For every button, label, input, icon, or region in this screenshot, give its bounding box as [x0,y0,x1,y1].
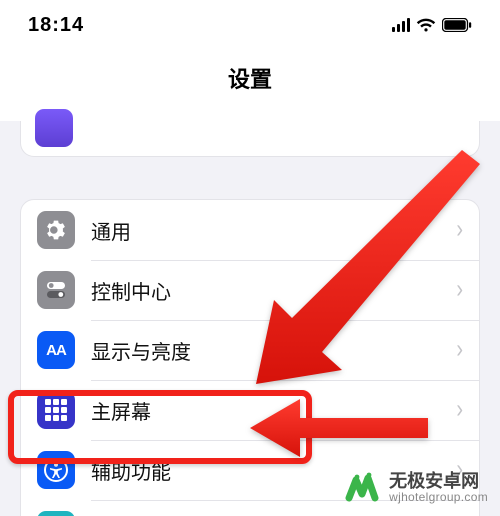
page-title: 设置 [0,62,500,94]
header: 设置 [0,48,500,121]
row-label: 通用 [91,216,456,245]
row-label: 控制中心 [91,276,456,305]
watermark-url: wjhotelgroup.com [389,491,488,505]
status-time: 18:14 [28,14,84,37]
watermark-logo-icon [345,470,381,506]
chevron-right-icon: › [456,395,463,425]
row-general[interactable]: 通用 › [21,200,479,260]
status-bar: 18:14 [0,0,500,48]
flower-icon [37,511,75,516]
row-home-screen[interactable]: 主屏幕 › [21,380,479,440]
battery-icon [442,18,472,32]
watermark-title: 无极安卓网 [389,471,488,492]
previous-group-partial [20,121,480,157]
text-size-icon: AA [37,331,75,369]
watermark: 无极安卓网 wjhotelgroup.com [345,470,488,506]
chevron-right-icon: › [456,275,463,305]
previous-row-icon [35,109,73,147]
row-label: 显示与亮度 [91,336,456,365]
row-control-center[interactable]: 控制中心 › [21,260,479,320]
row-display-brightness[interactable]: AA 显示与亮度 › [21,320,479,380]
accessibility-icon [37,451,75,489]
settings-group: 通用 › 控制中心 › AA 显示与亮度 › 主屏幕 › 辅助功能 [20,199,480,516]
toggles-icon [37,271,75,309]
home-grid-icon [37,391,75,429]
status-indicators [392,18,472,33]
chevron-right-icon: › [456,215,463,245]
settings-screen: 18:14 设置 通用 › 控制中心 › [0,0,500,516]
row-label: 主屏幕 [91,396,456,425]
wifi-icon [416,18,436,33]
gear-icon [37,211,75,249]
cellular-signal-icon [392,18,410,32]
chevron-right-icon: › [456,335,463,365]
